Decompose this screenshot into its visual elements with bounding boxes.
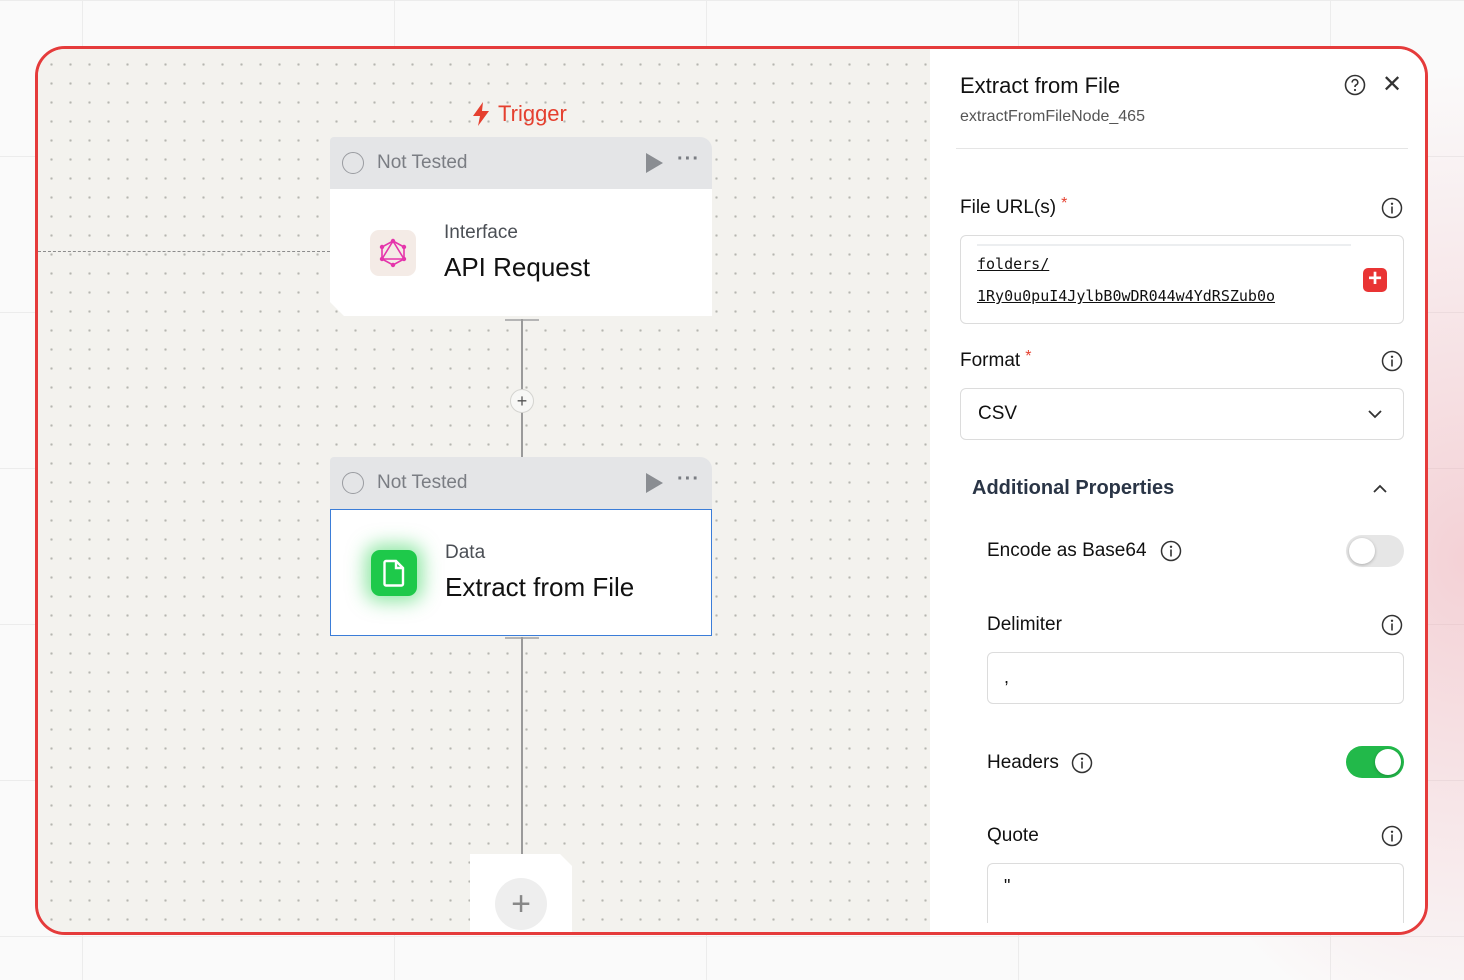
connector-line <box>521 319 523 457</box>
file-url-line: 1Ry0u0puI4JylbB0wDR044w4YdRSZub0o <box>977 287 1276 305</box>
quote-value: " <box>1004 876 1011 896</box>
more-options-icon[interactable]: ··· <box>677 149 700 169</box>
format-value: CSV <box>978 403 1018 424</box>
node-status: Not Tested <box>377 152 468 173</box>
panel-title: Extract from File <box>960 73 1121 98</box>
format-label: Format * <box>960 348 1032 371</box>
quote-input[interactable]: " <box>987 863 1404 923</box>
chevron-up-icon[interactable] <box>1372 482 1388 496</box>
add-url-button[interactable]: + <box>1363 265 1387 292</box>
node-title: API Request <box>444 252 590 282</box>
node-extract-from-file[interactable]: Not Tested ··· Data Extract from File <box>330 457 712 636</box>
required-mark: * <box>1061 195 1068 212</box>
info-icon[interactable] <box>1381 614 1403 636</box>
node-header: Not Tested ··· <box>330 457 712 509</box>
status-circle-icon <box>342 472 364 494</box>
trigger-text: Trigger <box>498 101 567 126</box>
file-icon <box>371 549 417 596</box>
info-icon[interactable] <box>1071 752 1093 774</box>
workflow-canvas[interactable]: Trigger Not Tested ··· Interface API Req… <box>38 49 930 932</box>
graphql-icon <box>370 230 416 276</box>
highlight-frame: Trigger Not Tested ··· Interface API Req… <box>35 46 1428 935</box>
status-circle-icon <box>342 152 364 174</box>
lightning-icon <box>473 102 489 126</box>
divider <box>956 148 1408 149</box>
node-api-request[interactable]: Not Tested ··· Interface API Request <box>330 137 712 316</box>
headers-toggle[interactable] <box>1346 746 1404 778</box>
node-status: Not Tested <box>377 472 468 493</box>
insert-step-button[interactable]: + <box>510 389 534 413</box>
delimiter-label: Delimiter <box>987 614 1062 635</box>
quote-label: Quote <box>987 825 1039 846</box>
file-urls-label: File URL(s) * <box>960 195 1068 218</box>
add-step-button[interactable]: + <box>495 878 547 930</box>
file-url-line: folders/ <box>977 255 1050 273</box>
node-title: Extract from File <box>445 572 635 602</box>
play-icon[interactable] <box>646 153 664 173</box>
info-icon[interactable] <box>1160 540 1182 562</box>
info-icon[interactable] <box>1381 197 1403 219</box>
node-category: Interface <box>444 222 518 243</box>
help-icon[interactable] <box>1344 74 1366 96</box>
more-options-icon[interactable]: ··· <box>677 469 700 489</box>
info-icon[interactable] <box>1381 350 1403 372</box>
node-id: extractFromFileNode_465 <box>960 108 1145 125</box>
plus-icon: + <box>511 885 531 923</box>
encode-base64-toggle[interactable] <box>1346 535 1404 567</box>
headers-label: Headers <box>987 752 1059 773</box>
trigger-label: Trigger <box>470 101 567 127</box>
properties-panel: Extract from File extractFromFileNode_46… <box>930 49 1425 932</box>
connector-line <box>521 637 523 855</box>
additional-properties-header[interactable]: Additional Properties <box>972 477 1174 500</box>
chevron-down-icon <box>1368 410 1382 419</box>
add-step-container: + <box>470 854 572 935</box>
node-card-selected[interactable]: Data Extract from File <box>330 509 712 636</box>
file-urls-input[interactable]: folders/ 1Ry0u0puI4JylbB0wDR044w4YdRSZub… <box>960 235 1404 324</box>
format-select[interactable]: CSV <box>960 388 1404 440</box>
plus-icon: + <box>1367 265 1382 292</box>
info-icon[interactable] <box>1381 825 1403 847</box>
node-card[interactable]: Interface API Request <box>330 189 712 316</box>
close-icon[interactable]: ✕ <box>1382 73 1402 97</box>
incoming-edge <box>38 251 330 252</box>
node-category: Data <box>445 542 486 563</box>
delimiter-value: , <box>1004 667 1010 687</box>
delimiter-input[interactable]: , <box>987 652 1404 704</box>
required-mark: * <box>1025 348 1032 365</box>
plus-icon: + <box>516 391 528 411</box>
node-header: Not Tested ··· <box>330 137 712 189</box>
play-icon[interactable] <box>646 473 664 493</box>
encode-base64-label: Encode as Base64 <box>987 540 1147 561</box>
